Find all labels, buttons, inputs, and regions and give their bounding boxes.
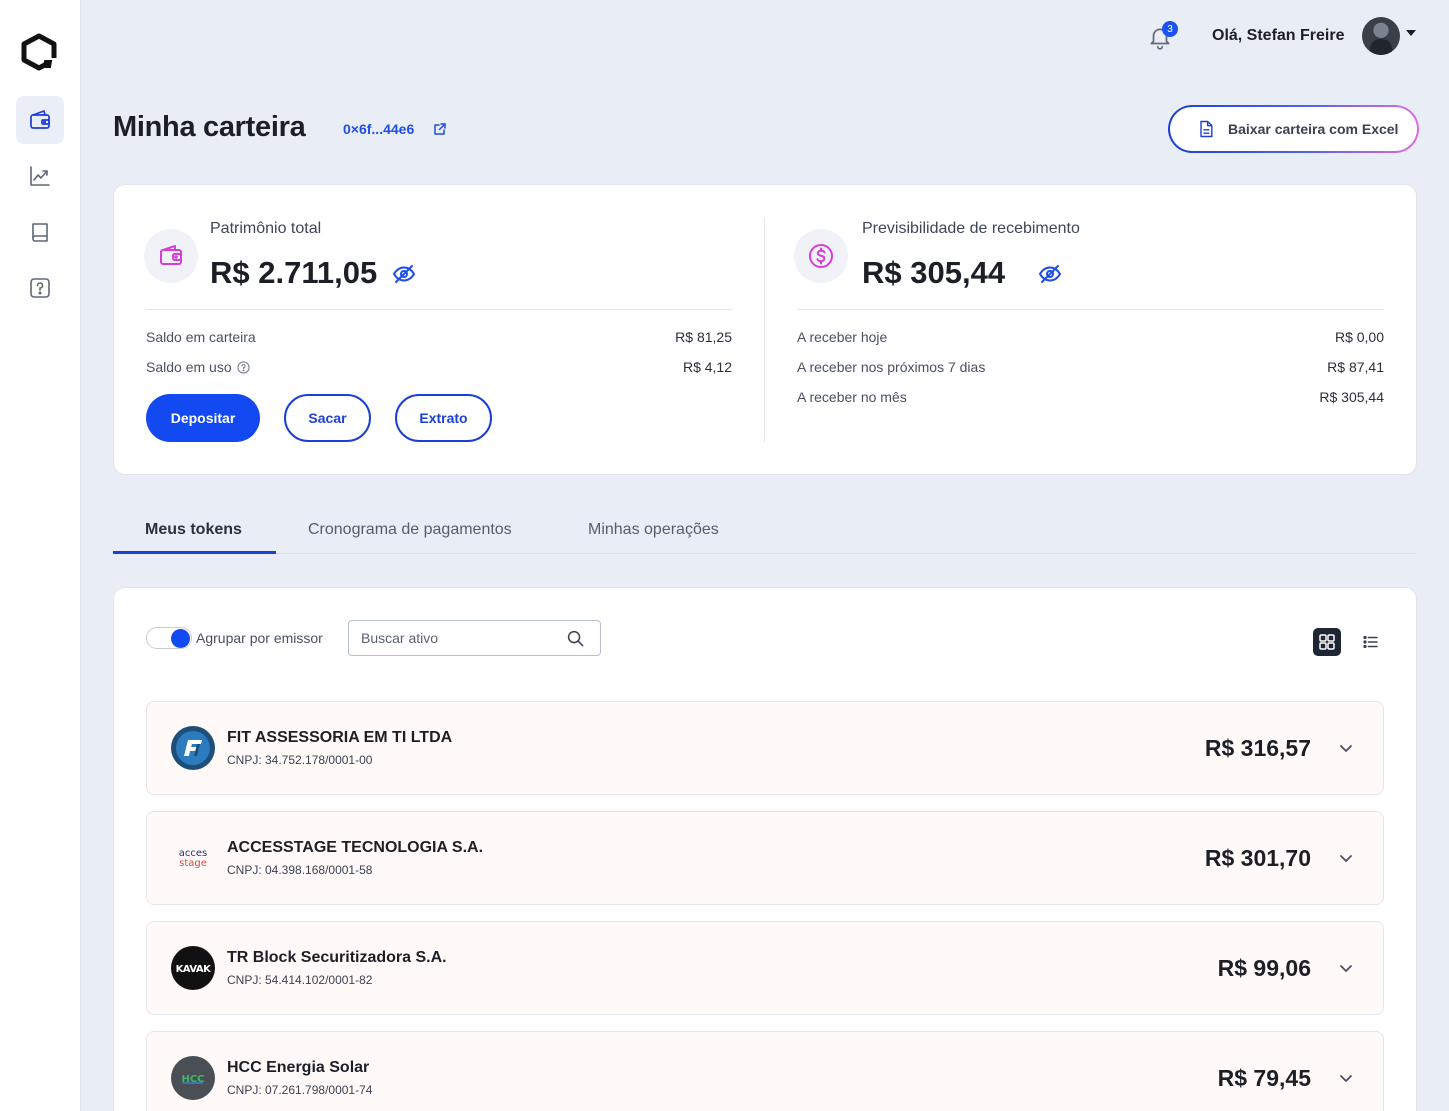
receber-7-dias-value: R$ 87,41	[1327, 359, 1384, 375]
list-view-button[interactable]	[1357, 628, 1385, 656]
issuer-amount: R$ 79,45	[1217, 1065, 1311, 1091]
grid-icon	[1319, 634, 1335, 650]
issuer-name: TR Block Securitizadora S.A.	[227, 949, 447, 966]
issuer-cnpj: CNPJ: 34.752.178/0001-00	[227, 753, 373, 767]
issuer-amount: R$ 316,57	[1204, 735, 1311, 761]
svg-text:KAVAK: KAVAK	[176, 964, 213, 975]
previsibilidade-icon-badge	[794, 229, 848, 283]
receber-mes-value: R$ 305,44	[1319, 389, 1384, 405]
saldo-carteira-value: R$ 81,25	[675, 329, 732, 345]
patrimonio-label: Patrimônio total	[210, 220, 322, 237]
issuer-amount: R$ 99,06	[1217, 955, 1311, 981]
issuer-cnpj: CNPJ: 54.414.102/0001-82	[227, 973, 373, 987]
tab-minhas-operacoes[interactable]: Minhas operações	[588, 521, 719, 539]
info-circle-icon[interactable]	[236, 360, 250, 374]
document-icon	[1200, 120, 1213, 138]
receber-hoje-value: R$ 0,00	[1334, 329, 1384, 345]
divider	[764, 217, 765, 442]
sidebar-item-chart[interactable]	[16, 152, 64, 200]
trending-chart-icon	[30, 166, 50, 186]
issuer-name: FIT ASSESSORIA EM TI LTDA	[227, 729, 453, 746]
active-tab-indicator	[113, 551, 276, 554]
issuer-row[interactable]: acces stage ACCESSTAGE TECNOLOGIA S.A. CN…	[146, 811, 1384, 905]
sidebar-item-help[interactable]	[16, 264, 64, 312]
chevron-down-icon[interactable]	[1406, 30, 1416, 36]
notification-count-badge: 3	[1162, 21, 1178, 37]
download-excel-label: Baixar carteira com Excel	[1228, 121, 1399, 137]
issuer-cnpj: CNPJ: 07.261.798/0001-74	[227, 1083, 373, 1097]
toggle-knob	[171, 629, 190, 648]
asset-search-box	[348, 620, 601, 656]
saldo-carteira-label: Saldo em carteira	[146, 329, 256, 345]
wallet-icon	[30, 110, 50, 129]
issuer-amount: R$ 301,70	[1204, 845, 1311, 871]
search-icon[interactable]	[567, 630, 584, 647]
issuer-logo-kavak: KAVAK	[171, 946, 215, 990]
receber-7-dias-label: A receber nos próximos 7 dias	[797, 359, 986, 375]
svg-text:stage: stage	[179, 858, 207, 869]
help-icon	[30, 278, 50, 298]
tab-cronograma-pagamentos[interactable]: Cronograma de pagamentos	[308, 521, 512, 539]
chevron-down-icon[interactable]	[1336, 848, 1356, 868]
grid-view-button[interactable]	[1313, 628, 1341, 656]
previsibilidade-label: Previsibilidade de recebimento	[862, 220, 1080, 237]
issuer-row[interactable]: HCC HCC Energia Solar CNPJ: 07.261.798/0…	[146, 1031, 1384, 1111]
receber-hoje-label: A receber hoje	[797, 329, 888, 345]
issuer-name: ACCESSTAGE TECNOLOGIA S.A.	[227, 839, 484, 856]
external-link-icon[interactable]	[432, 121, 448, 137]
deposit-button[interactable]: Depositar	[146, 394, 260, 442]
eye-off-icon[interactable]	[1038, 262, 1062, 286]
saldo-uso-text: Saldo em uso	[146, 359, 232, 375]
tab-meus-tokens[interactable]: Meus tokens	[145, 521, 242, 539]
eye-off-icon[interactable]	[392, 262, 416, 286]
dollar-coin-icon	[809, 244, 833, 268]
chevron-down-icon[interactable]	[1336, 1068, 1356, 1088]
sidebar-item-book[interactable]	[16, 208, 64, 256]
user-greeting[interactable]: Olá, Stefan Freire	[1212, 27, 1345, 45]
issuer-logo-fit	[171, 726, 215, 770]
tabs-divider	[113, 553, 1417, 554]
patrimonio-value: R$ 2.711,05	[210, 255, 378, 290]
issuer-logo-accesstage: acces stage	[171, 836, 215, 880]
issuer-row[interactable]: KAVAK TR Block Securitizadora S.A. CNPJ:…	[146, 921, 1384, 1015]
group-by-issuer-label: Agrupar por emissor	[196, 630, 323, 646]
chevron-down-icon[interactable]	[1336, 738, 1356, 758]
chevron-down-icon[interactable]	[1336, 958, 1356, 978]
book-icon	[32, 223, 48, 242]
list-icon	[1363, 635, 1378, 649]
wallet-icon	[160, 245, 182, 265]
wallet-address-link[interactable]: 0×6f...44e6	[343, 121, 414, 137]
saldo-uso-value: R$ 4,12	[682, 359, 732, 375]
avatar[interactable]	[1362, 17, 1400, 55]
issuer-name: HCC Energia Solar	[227, 1059, 370, 1076]
sidebar	[0, 0, 81, 1111]
search-input[interactable]	[349, 621, 549, 655]
saldo-carteira-text: Saldo em carteira	[146, 329, 256, 345]
previsibilidade-value: R$ 305,44	[862, 255, 1006, 290]
withdraw-button[interactable]: Sacar	[284, 394, 371, 442]
brand-logo-icon[interactable]	[21, 33, 61, 73]
download-excel-button[interactable]: Baixar carteira com Excel	[1168, 105, 1419, 153]
patrimonio-icon-badge	[144, 229, 198, 283]
sidebar-item-wallet[interactable]	[16, 96, 64, 144]
group-by-issuer-toggle[interactable]	[146, 627, 192, 649]
page-title: Minha carteira	[113, 111, 306, 143]
issuer-logo-hcc: HCC	[171, 1056, 215, 1100]
statement-button[interactable]: Extrato	[395, 394, 492, 442]
issuer-row[interactable]: FIT ASSESSORIA EM TI LTDA CNPJ: 34.752.1…	[146, 701, 1384, 795]
issuer-cnpj: CNPJ: 04.398.168/0001-58	[227, 863, 373, 877]
receber-mes-label: A receber no mês	[797, 389, 907, 405]
divider	[797, 309, 1384, 310]
divider	[146, 309, 732, 310]
saldo-uso-label: Saldo em uso	[146, 359, 250, 375]
